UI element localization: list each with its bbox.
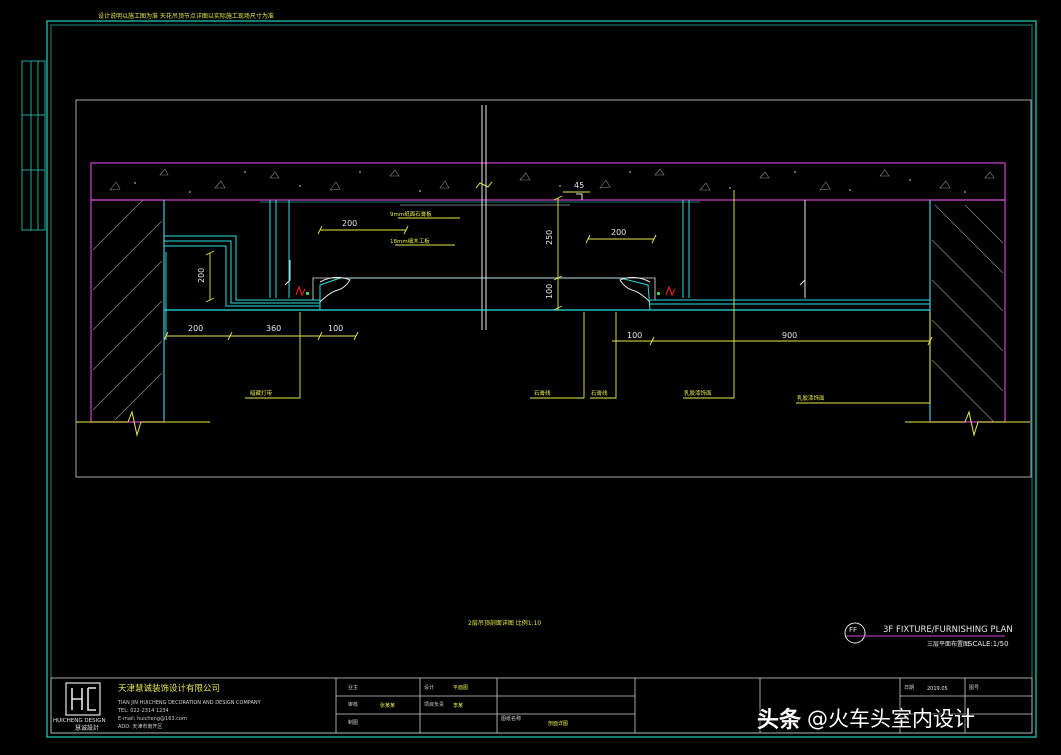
center-axis: [475, 105, 493, 330]
callout-label-3: 石膏线: [591, 389, 608, 397]
plan-title-cn: 三层平面布置图: [927, 640, 969, 648]
dim-45: 45: [574, 181, 584, 190]
tb-cell-6: 项目负责: [424, 701, 444, 708]
tb-cell-4: 审核: [348, 701, 358, 708]
company-addr: ADD: 天津市南开区: [118, 723, 162, 730]
callout-gypsum: 9mm纸面石膏板: [390, 210, 432, 218]
tb-cell-13: 图号: [969, 685, 979, 691]
watermark: 头条 @火车头室内设计: [757, 700, 975, 736]
dim-100-vert: 100: [545, 284, 554, 299]
dim-200-top: 200: [342, 219, 357, 228]
logo-subtitle: HUICHENG DESIGN: [53, 718, 106, 724]
callout-label-4: 乳胶漆饰面: [684, 389, 712, 397]
tb-cell-3: 平面图: [453, 685, 468, 691]
plan-title-en: 3F FIXTURE/FURNISHING PLAN: [883, 625, 1013, 635]
company-tel: TEL: 022-2314 1234: [117, 708, 169, 714]
floor-lines: [76, 410, 1030, 437]
green-markers: [306, 292, 660, 295]
callout-label-2: 石膏线: [534, 389, 551, 397]
right-wall: [929, 199, 1006, 423]
callout-labels: 9mm纸面石膏板 18mm细木工板 暗藏灯带 石膏线 石膏线 乳胶漆饰面 乳胶漆…: [250, 210, 825, 402]
callout-board: 18mm细木工板: [390, 237, 430, 245]
top-note: 设计说明以施工图为准 天花吊顶节点详图以实际施工现场尺寸为准: [98, 12, 274, 20]
dim-900: 900: [782, 331, 797, 340]
dim-200-bottom: 200: [188, 324, 203, 333]
tb-cell-1: 业主: [348, 684, 358, 691]
logo-cn: 慧诚設計: [75, 724, 99, 732]
plan-scale: SCALE:1/50: [968, 640, 1009, 648]
left-wall: [90, 199, 165, 423]
tb-cell-11: 日期: [904, 685, 914, 691]
dim-100-a: 100: [328, 324, 343, 333]
tb-cell-9: 图纸名称: [501, 715, 521, 722]
company-logo: HUICHENG DESIGN 慧诚設計: [53, 682, 106, 732]
tb-cell-7: 李某: [453, 702, 463, 709]
company-name-en: TIAN JIN HUICHENG DECORATION AND DESIGN …: [117, 700, 262, 706]
concrete-slab: [90, 162, 1006, 201]
watermark-brand: 头条: [757, 708, 802, 733]
tb-cell-2: 设计: [424, 684, 434, 691]
callout-label-1: 暗藏灯带: [250, 389, 273, 397]
company-name-cn: 天津慧诚装饰设计有限公司: [118, 683, 220, 694]
tb-cell-10: 剖面详图: [548, 720, 568, 727]
watermark-handle: @火车头室内设计: [807, 707, 976, 731]
tb-cell-12: 2019.05: [927, 686, 948, 692]
cad-drawing: 设计说明以施工图为准 天花吊顶节点详图以实际施工现场尺寸为准 200 45 25…: [21, 12, 1037, 738]
dim-250: 250: [545, 230, 554, 245]
dim-200-vert: 200: [197, 268, 206, 283]
dim-200-mid: 200: [611, 228, 626, 237]
plan-symbol: FF: [849, 626, 857, 634]
drawing-caption: 2层吊顶剖面详图 比例1:10: [468, 619, 541, 627]
dim-360: 360: [266, 324, 281, 333]
tb-cell-5: 张某某: [380, 702, 395, 709]
tb-cell-8: 制图: [348, 719, 358, 726]
plan-title: FF 3F FIXTURE/FURNISHING PLAN 三层平面布置图 SC…: [844, 622, 1013, 648]
dim-100-b: 100: [627, 331, 642, 340]
company-info: 天津慧诚装饰设计有限公司 TIAN JIN HUICHENG DECORATIO…: [117, 683, 262, 730]
callout-label-5: 乳胶漆饰面: [797, 394, 825, 402]
company-web: E-mail: huicheng@163.com: [118, 716, 187, 722]
